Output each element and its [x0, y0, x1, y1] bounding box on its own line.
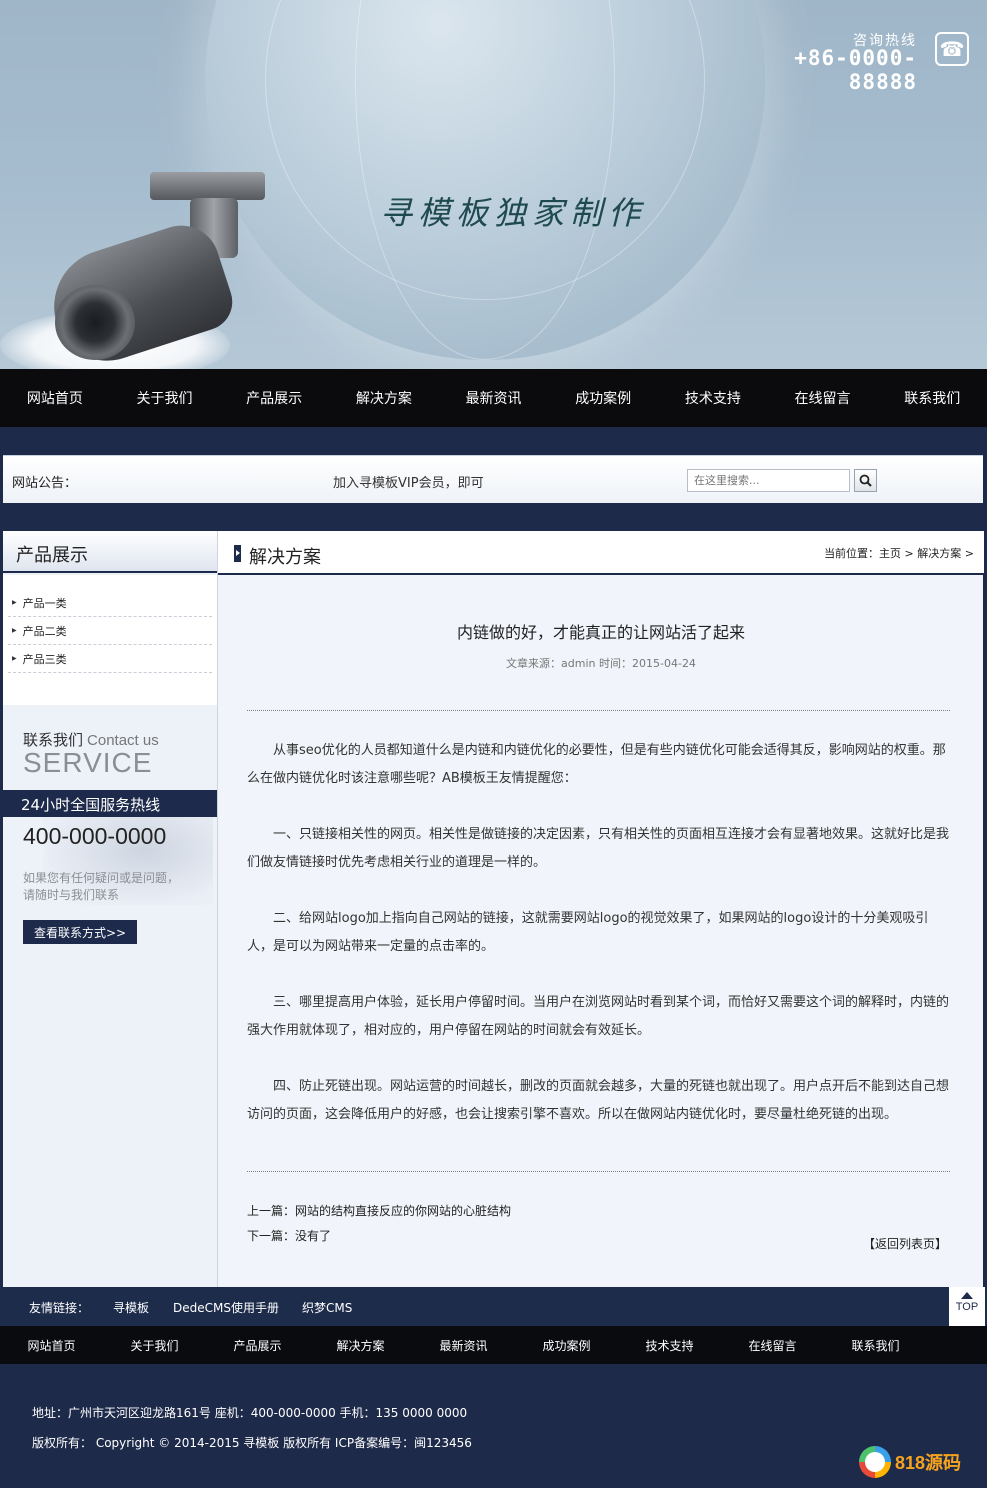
category-label: 产品一类 — [22, 596, 67, 610]
footer: 地址：广州市天河区迎龙路161号 座机：400-000-0000 手机：135 … — [0, 1364, 987, 1488]
footer-nav-home[interactable]: 网站首页 — [0, 1326, 103, 1364]
friend-links-label: 友情链接： — [29, 1301, 90, 1315]
camera-mount — [150, 172, 265, 200]
contact-box: 联系我们 Contact us SERVICE 24小时全国服务热线 400-00… — [3, 705, 217, 965]
contact-phone: 400-000-0000 — [23, 823, 167, 849]
view-contact-button[interactable]: 查看联系方式>> — [23, 920, 137, 944]
divider — [247, 1171, 950, 1172]
header-hotline: 咨询热线 +86-0000-88888 ☎ — [739, 30, 969, 94]
main-content: 解决方案 当前位置：主页 > 解决方案 > 内链做的好，才能真正的让网站活了起来… — [217, 531, 984, 1287]
nav-home[interactable]: 网站首页 — [0, 369, 110, 427]
triangle-right-icon: ▶ — [12, 599, 17, 606]
triangle-right-icon: ▶ — [12, 627, 17, 634]
globe-image — [205, 0, 765, 360]
contact-desc-line1: 如果您有任何疑问或是问题， — [23, 871, 180, 885]
nav-cases[interactable]: 成功案例 — [548, 369, 658, 427]
notice-label: 网站公告： — [12, 476, 78, 491]
sidebar: 产品展示 ▶ 产品一类 ▶ 产品二类 ▶ 产品三类 联系我们 Contact us… — [3, 531, 217, 1287]
contact-description: 如果您有任何疑问或是问题， 请随时与我们联系 — [23, 870, 203, 904]
nav-support[interactable]: 技术支持 — [658, 369, 768, 427]
nav-message[interactable]: 在线留言 — [768, 369, 878, 427]
notice-bar: 网站公告： 加入寻模板VIP会员，即可 — [3, 455, 983, 503]
back-to-list-link[interactable]: 【返回列表页】 — [863, 1235, 947, 1252]
section-marker-icon — [234, 545, 241, 562]
footer-nav-news[interactable]: 最新资讯 — [412, 1326, 515, 1364]
article-title: 内链做的好，才能真正的让网站活了起来 — [456, 623, 745, 642]
sidebar-header: 产品展示 — [3, 531, 217, 573]
nav-contact[interactable]: 联系我们 — [877, 369, 987, 427]
section-title: 解决方案 — [249, 547, 321, 568]
footer-nav-support[interactable]: 技术支持 — [618, 1326, 721, 1364]
article-paragraph: 一、只链接相关性的网页。相关性是做链接的决定因素，只有相关性的页面相互连接才会有… — [247, 827, 950, 870]
friend-links-bar: 友情链接： 寻模板 DedeCMS使用手册 织梦CMS — [0, 1287, 987, 1326]
search-input[interactable] — [687, 469, 850, 492]
friend-link-3[interactable]: 织梦CMS — [302, 1299, 352, 1316]
main-header: 解决方案 当前位置：主页 > 解决方案 > — [218, 531, 984, 575]
hotline-bar: 24小时全国服务热线 — [3, 790, 217, 817]
phone-icon: ☎ — [935, 32, 969, 66]
top-label: TOP — [955, 1301, 979, 1313]
notice-marquee[interactable]: 加入寻模板VIP会员，即可 — [333, 472, 484, 491]
category-label: 产品三类 — [22, 652, 67, 666]
watermark-logo: 818源码 — [859, 1442, 979, 1482]
watermark-text: 818源码 — [895, 1453, 962, 1473]
main-nav: 网站首页 关于我们 产品展示 解决方案 最新资讯 成功案例 技术支持 在线留言 … — [0, 369, 987, 427]
footer-address: 地址：广州市天河区迎龙路161号 座机：400-000-0000 手机：135 … — [32, 1406, 468, 1420]
prev-article-link[interactable]: 上一篇：网站的结构直接反应的你网站的心脏结构 — [247, 1202, 511, 1219]
nav-news[interactable]: 最新资讯 — [439, 369, 549, 427]
category-label: 产品二类 — [22, 624, 67, 638]
footer-nav-products[interactable]: 产品展示 — [206, 1326, 309, 1364]
footer-nav-solutions[interactable]: 解决方案 — [309, 1326, 412, 1364]
nav-solutions[interactable]: 解决方案 — [329, 369, 439, 427]
footer-copyright: 版权所有： Copyright © 2014-2015 寻模板 版权所有 ICP… — [32, 1436, 472, 1450]
next-article-link[interactable]: 下一篇：没有了 — [247, 1227, 331, 1244]
nav-products[interactable]: 产品展示 — [219, 369, 329, 427]
breadcrumb[interactable]: 当前位置：主页 > 解决方案 > — [824, 545, 974, 561]
triangle-right-icon: ▶ — [12, 655, 17, 662]
category-item-2[interactable]: ▶ 产品二类 — [8, 617, 212, 645]
article-paragraph: 从事seo优化的人员都知道什么是内链和内链优化的必要性，但是有些内链优化可能会适… — [247, 743, 946, 786]
footer-nav-about[interactable]: 关于我们 — [103, 1326, 206, 1364]
article-paragraph: 二、给网站logo加上指向自己网站的链接，这就需要网站logo的视觉效果了，如果… — [247, 911, 929, 954]
arrow-up-icon — [961, 1292, 973, 1299]
search-button[interactable] — [854, 469, 877, 492]
article-paragraph: 三、哪里提高用户体验，延长用户停留时间。当用户在浏览网站时看到某个词，而恰好又需… — [247, 995, 950, 1038]
sidebar-title: 产品展示 — [16, 545, 88, 566]
contact-service-text: SERVICE — [23, 747, 153, 778]
search-icon — [859, 474, 872, 487]
nav-about[interactable]: 关于我们 — [110, 369, 220, 427]
contact-desc-line2: 请随时与我们联系 — [23, 888, 120, 902]
header-banner: 寻模板独家制作 咨询热线 +86-0000-88888 ☎ — [0, 0, 987, 369]
category-item-1[interactable]: ▶ 产品一类 — [8, 589, 212, 617]
footer-nav: 网站首页 关于我们 产品展示 解决方案 最新资讯 成功案例 技术支持 在线留言 … — [0, 1326, 987, 1364]
category-item-3[interactable]: ▶ 产品三类 — [8, 645, 212, 673]
hotline-number: +86-0000-88888 — [794, 46, 917, 94]
camera-lens — [55, 285, 135, 360]
footer-nav-cases[interactable]: 成功案例 — [515, 1326, 618, 1364]
back-to-top-button[interactable]: TOP — [949, 1287, 985, 1326]
category-list: ▶ 产品一类 ▶ 产品二类 ▶ 产品三类 — [3, 575, 217, 705]
article-paragraph: 四、防止死链出现。网站运营的时间越长，删改的页面就会越多，大量的死链也就出现了。… — [247, 1079, 950, 1122]
footer-nav-message[interactable]: 在线留言 — [721, 1326, 824, 1364]
content-area: 产品展示 ▶ 产品一类 ▶ 产品二类 ▶ 产品三类 联系我们 Contact us… — [3, 531, 984, 1287]
article-meta: 文章来源：admin 时间：2015-04-24 — [506, 657, 696, 670]
article-body: 从事seo优化的人员都知道什么是内链和内链优化的必要性，但是有些内链优化可能会适… — [247, 737, 950, 1157]
footer-nav-contact[interactable]: 联系我们 — [824, 1326, 927, 1364]
banner-slogan: 寻模板独家制作 — [380, 194, 647, 232]
divider — [247, 710, 950, 711]
friend-link-2[interactable]: DedeCMS使用手册 — [173, 1299, 279, 1316]
friend-link-1[interactable]: 寻模板 — [113, 1299, 149, 1316]
play-logo-icon — [859, 1446, 891, 1478]
